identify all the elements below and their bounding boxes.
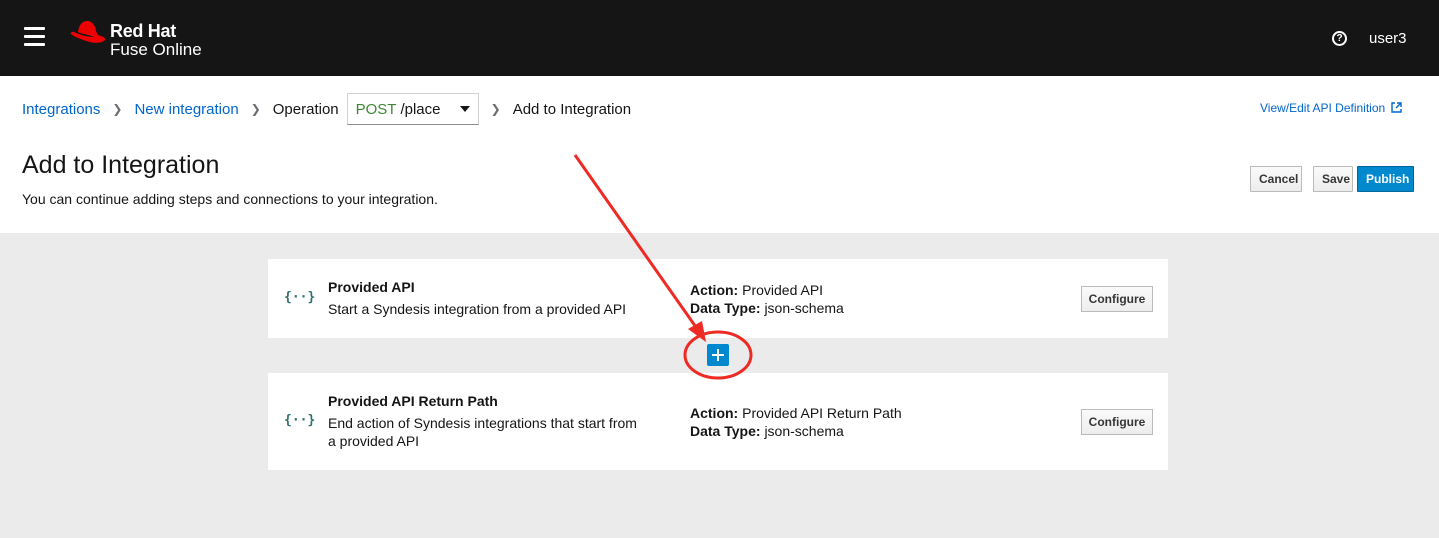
step-description: Start a Syndesis integration from a prov…: [328, 301, 627, 317]
caret-down-icon: [459, 106, 470, 112]
cancel-button[interactable]: Cancel: [1250, 166, 1302, 192]
api-icon: {··}: [284, 413, 316, 428]
step-card-provided-api-return-path: {··} Provided API Return Path End action…: [268, 373, 1168, 470]
operation-path: /place: [400, 100, 441, 118]
breadcrumb-separator-icon: ❯: [112, 102, 123, 116]
brand-line2: Fuse Online: [110, 40, 202, 59]
save-button[interactable]: Save: [1313, 166, 1353, 192]
add-step-plus-icon[interactable]: [707, 344, 729, 366]
action-value: Provided API Return Path: [742, 405, 902, 421]
datatype-value: json-schema: [764, 300, 844, 316]
step-meta: Action: Provided API Data Type: json-sch…: [690, 281, 844, 317]
configure-button[interactable]: Configure: [1081, 409, 1153, 435]
datatype-label: Data Type:: [690, 423, 761, 439]
step-name: Provided API Return Path: [328, 393, 498, 409]
configure-button[interactable]: Configure: [1081, 286, 1153, 312]
masthead: Red Hat Fuse Online ? user3: [0, 0, 1439, 76]
action-label: Action:: [690, 405, 739, 421]
nav-toggle-icon[interactable]: [24, 27, 45, 46]
red-hat-icon: [70, 21, 105, 43]
step-description: End action of Syndesis integrations that…: [328, 415, 637, 449]
brand-logo[interactable]: Red Hat Fuse Online: [68, 18, 248, 60]
external-link-icon: [1390, 102, 1402, 113]
datatype-value: json-schema: [764, 423, 844, 439]
step-meta: Action: Provided API Return Path Data Ty…: [690, 404, 902, 440]
api-definition-link-label: View/Edit API Definition: [1260, 101, 1386, 115]
help-icon[interactable]: ?: [1332, 31, 1347, 46]
datatype-label: Data Type:: [690, 300, 761, 316]
breadcrumb-integrations[interactable]: Integrations: [22, 101, 100, 118]
brand-line1: Red Hat: [110, 21, 176, 41]
operation-select[interactable]: POST /place: [346, 93, 479, 125]
operation-method: POST: [355, 100, 397, 118]
action-value: Provided API: [742, 282, 824, 298]
view-edit-api-definition-link[interactable]: View/Edit API Definition: [1260, 101, 1402, 115]
api-icon: {··}: [284, 290, 316, 305]
step-name: Provided API: [328, 279, 415, 295]
publish-button[interactable]: Publish: [1357, 166, 1414, 192]
breadcrumb-separator-icon: ❯: [250, 102, 261, 116]
breadcrumb-separator-icon: ❯: [490, 102, 501, 116]
step-card-provided-api: {··} Provided API Start a Syndesis integ…: [268, 259, 1168, 338]
page-description: You can continue adding steps and connec…: [22, 191, 438, 207]
user-menu[interactable]: user3: [1369, 30, 1407, 47]
page-header: Integrations ❯ New integration ❯ Operati…: [0, 76, 1439, 233]
breadcrumb: Integrations ❯ New integration ❯ Operati…: [22, 93, 631, 125]
breadcrumb-new-integration[interactable]: New integration: [134, 101, 238, 118]
page-title: Add to Integration: [22, 151, 220, 179]
action-label: Action:: [690, 282, 739, 298]
breadcrumb-operation-label: Operation: [272, 100, 339, 118]
breadcrumb-current: Add to Integration: [512, 100, 632, 118]
